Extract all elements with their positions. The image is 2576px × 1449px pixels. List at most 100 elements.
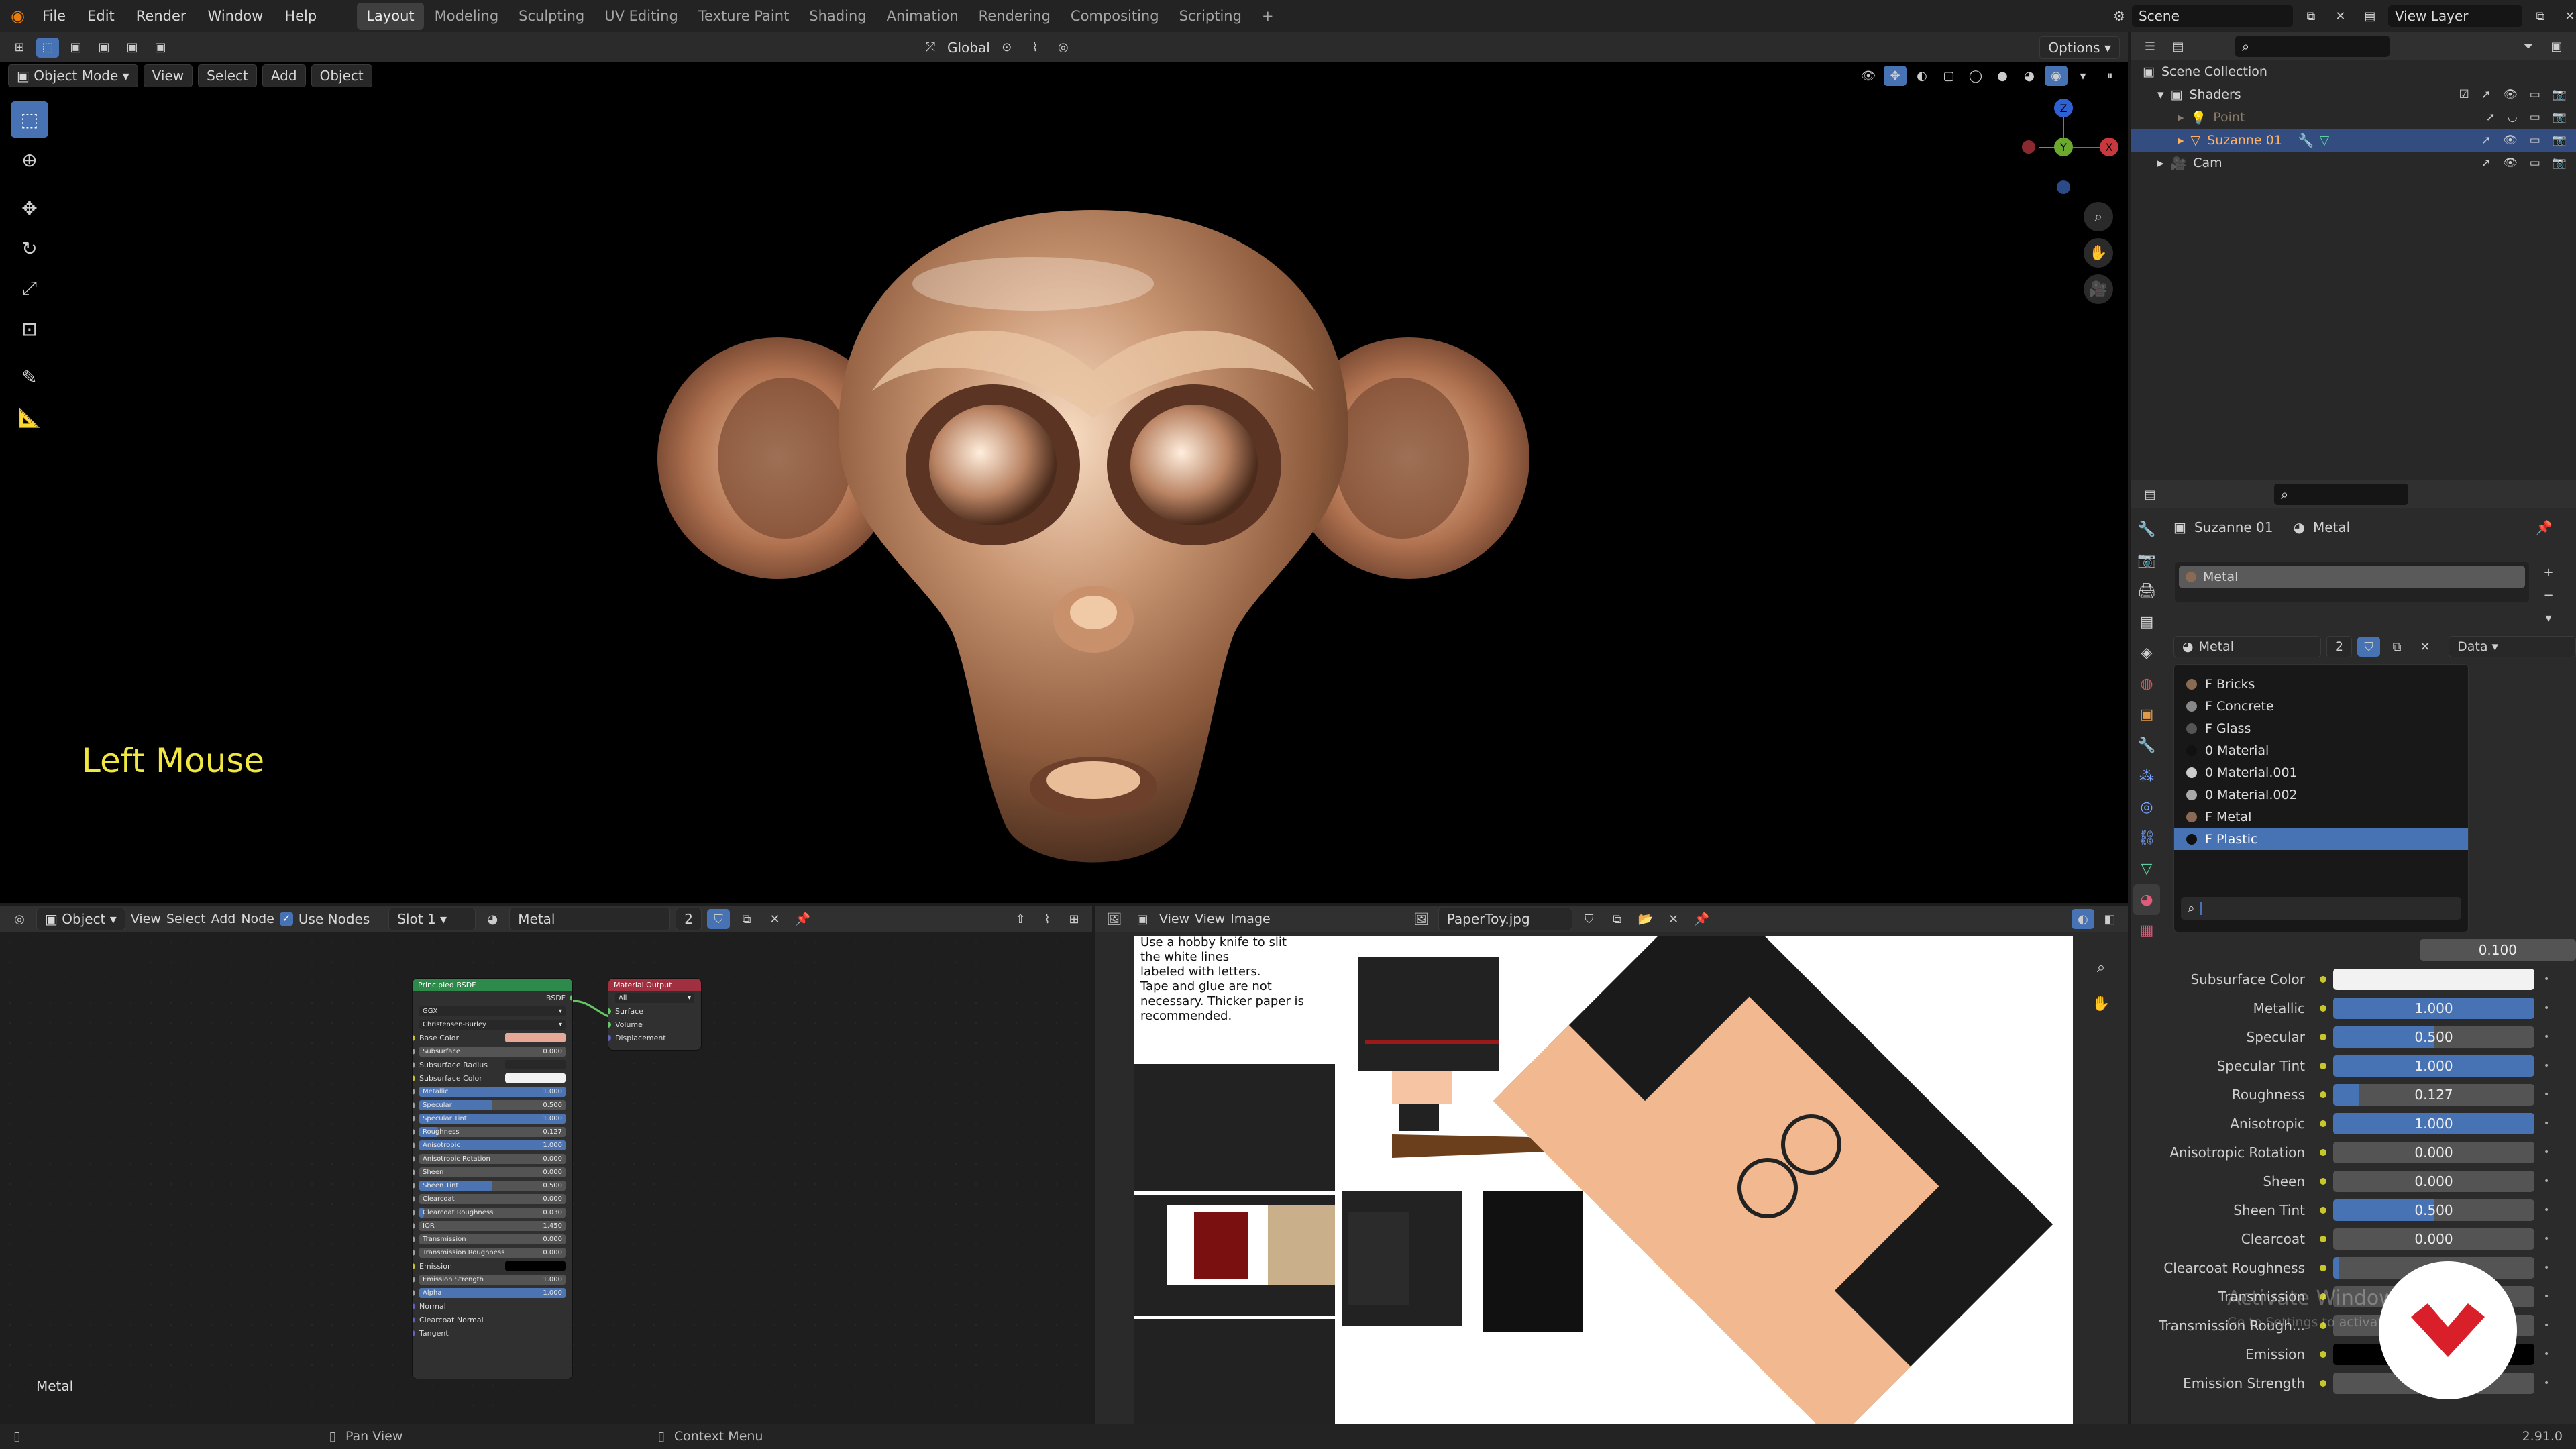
socket-dot[interactable] (2320, 1351, 2326, 1358)
selectable-icon[interactable]: ➚ (2486, 111, 2496, 124)
material-tab-icon[interactable]: ◕ (2133, 884, 2160, 915)
snap-icon[interactable]: ⌇ (1024, 38, 1046, 58)
input-socket[interactable] (413, 1156, 415, 1162)
physics-tab-icon[interactable]: ◎ (2133, 792, 2160, 822)
input-socket[interactable] (413, 1116, 415, 1122)
image-menu-view-2[interactable]: View (1195, 912, 1225, 926)
input-field[interactable]: Emission Strength 1.000 (419, 1274, 566, 1285)
input-field[interactable]: Subsurface 0.000 (419, 1046, 566, 1057)
socket-dot[interactable] (2320, 1178, 2326, 1185)
tab-sculpting[interactable]: Sculpting (509, 3, 594, 30)
input-socket[interactable] (413, 1075, 415, 1081)
view-layer-icon[interactable]: ▤ (2359, 6, 2381, 26)
menu-help[interactable]: Help (276, 8, 325, 24)
open-image-icon[interactable]: 📂 (1634, 909, 1657, 929)
material-list-item[interactable]: F Bricks (2174, 673, 2468, 695)
slot-menu-icon[interactable]: ▾ (2537, 608, 2560, 628)
image-editor-type-icon[interactable]: 🖼 (1103, 909, 1126, 929)
viewport-icon[interactable]: ▭ (2530, 88, 2540, 101)
keyframe-dot-icon[interactable]: • (2544, 1349, 2549, 1360)
material-duplicate-icon[interactable]: ⧉ (2385, 637, 2408, 657)
scene-field[interactable]: Scene (2131, 5, 2293, 27)
color-swatch[interactable] (505, 1261, 566, 1271)
outliner-filter-icon[interactable]: ⏷ (2517, 36, 2540, 56)
shading-rendered-icon[interactable]: ◉ (2045, 66, 2068, 86)
select-mode-invert-icon[interactable]: ▣ (149, 38, 172, 58)
input-socket[interactable] (413, 1169, 415, 1175)
shading-options-icon[interactable]: ▾ (2072, 66, 2094, 86)
input-socket[interactable] (413, 1129, 415, 1135)
menu-edit[interactable]: Edit (79, 8, 123, 24)
transform-tool-icon[interactable]: ⊡ (11, 311, 48, 347)
select-tool-icon[interactable]: ⬚ (11, 101, 48, 138)
delete-scene-icon[interactable]: ✕ (2329, 6, 2352, 26)
data-tab-icon[interactable]: ▽ (2133, 853, 2160, 884)
input-field[interactable]: Transmission Roughness 0.000 (419, 1247, 566, 1258)
image-menu-image[interactable]: Image (1230, 912, 1271, 926)
sss-method-dropdown[interactable]: Christensen-Burley ▾ (419, 1019, 566, 1030)
particles-tab-icon[interactable]: ⁂ (2133, 761, 2160, 792)
input-socket[interactable] (413, 1196, 415, 1202)
gizmo-neg-x[interactable] (2022, 140, 2035, 154)
input-socket[interactable] (413, 1035, 415, 1041)
material-browse-icon[interactable]: ◕ (481, 909, 504, 929)
outliner-search-input[interactable]: ⌕ (2235, 36, 2390, 57)
image-fake-user-icon[interactable]: ⛉ (1578, 909, 1601, 929)
keyframe-dot-icon[interactable]: • (2544, 1147, 2549, 1158)
visibility-icon[interactable]: 👁 (1857, 66, 1880, 86)
selectable-icon[interactable]: ➚ (2481, 88, 2491, 101)
node-editor-type-icon[interactable]: ◎ (8, 909, 31, 929)
input-field[interactable]: Roughness 0.127 (419, 1126, 566, 1137)
image-pin-icon[interactable]: 📌 (1690, 909, 1713, 929)
input-socket[interactable] (413, 1089, 415, 1095)
tab-uv-editing[interactable]: UV Editing (595, 3, 688, 30)
properties-pin-icon[interactable]: 📌 (2536, 519, 2553, 535)
pivot-icon[interactable]: ⊙ (996, 38, 1018, 58)
overlay-toggle-icon[interactable]: ◐ (1911, 66, 1933, 86)
input-field[interactable]: Anisotropic 1.000 (419, 1140, 566, 1150)
parent-node-tree-icon[interactable]: ⇧ (1009, 909, 1032, 929)
constraints-tab-icon[interactable]: ⛓ (2133, 822, 2160, 853)
input-field[interactable]: Transmission 0.000 (419, 1234, 566, 1244)
modifier-tab-icon[interactable]: 🔧 (2133, 730, 2160, 761)
user-count[interactable]: 2 (676, 908, 702, 930)
viewport-icon[interactable]: ▭ (2530, 156, 2540, 170)
scene-tab-icon[interactable]: ◈ (2133, 637, 2160, 668)
scale-tool-icon[interactable]: ⤢ (11, 270, 48, 307)
shader-type-dropdown[interactable]: ▣ Object ▾ (36, 908, 125, 930)
remove-slot-icon[interactable]: − (2537, 585, 2560, 605)
material-list-item[interactable]: F Metal (2174, 806, 2468, 828)
zoom-icon[interactable]: ⌕ (2084, 202, 2113, 231)
xray-icon[interactable]: ▢ (1937, 66, 1960, 86)
material-list-item[interactable]: 0 Material.001 (2174, 761, 2468, 784)
property-field[interactable]: 1.000 (2333, 1055, 2534, 1077)
input-field[interactable]: Metallic 1.000 (419, 1086, 566, 1097)
menu-view[interactable]: View (143, 64, 193, 87)
navigation-gizmo[interactable]: Z Y X (2012, 96, 2120, 203)
annotate-tool-icon[interactable]: ✎ (11, 359, 48, 395)
distribution-dropdown[interactable]: GGX ▾ (419, 1006, 566, 1016)
new-scene-icon[interactable]: ⧉ (2300, 6, 2322, 26)
add-slot-icon[interactable]: + (2537, 562, 2560, 582)
viewport-icon[interactable]: ▭ (2530, 133, 2540, 147)
gizmo-y-axis[interactable]: Y (2054, 138, 2073, 156)
socket-dot[interactable] (2320, 1207, 2326, 1214)
image-zoom-icon[interactable]: ⌕ (2086, 953, 2116, 982)
material-search-input[interactable]: ⌕ (2181, 897, 2461, 920)
tab-rendering[interactable]: Rendering (969, 3, 1060, 30)
volume-socket[interactable] (608, 1022, 611, 1028)
image-browse-icon[interactable]: 🖼 (1410, 909, 1433, 929)
world-tab-icon[interactable]: ◍ (2133, 668, 2160, 699)
pin-icon[interactable]: 📌 (792, 909, 814, 929)
keyframe-dot-icon[interactable]: • (2544, 1089, 2549, 1100)
view-mode-icon[interactable]: ▣ (1131, 909, 1154, 929)
gizmo-z-axis[interactable]: Z (2054, 99, 2073, 117)
view-layer-tab-icon[interactable]: ▤ (2133, 606, 2160, 637)
display-mode-icon[interactable]: ▤ (2167, 36, 2190, 56)
menu-file[interactable]: File (34, 8, 74, 24)
color-swatch[interactable] (505, 1033, 566, 1042)
menu-window[interactable]: Window (200, 8, 272, 24)
keyframe-dot-icon[interactable]: • (2544, 1205, 2549, 1216)
socket-dot[interactable] (2320, 1063, 2326, 1069)
tab-texture-paint[interactable]: Texture Paint (689, 3, 799, 30)
